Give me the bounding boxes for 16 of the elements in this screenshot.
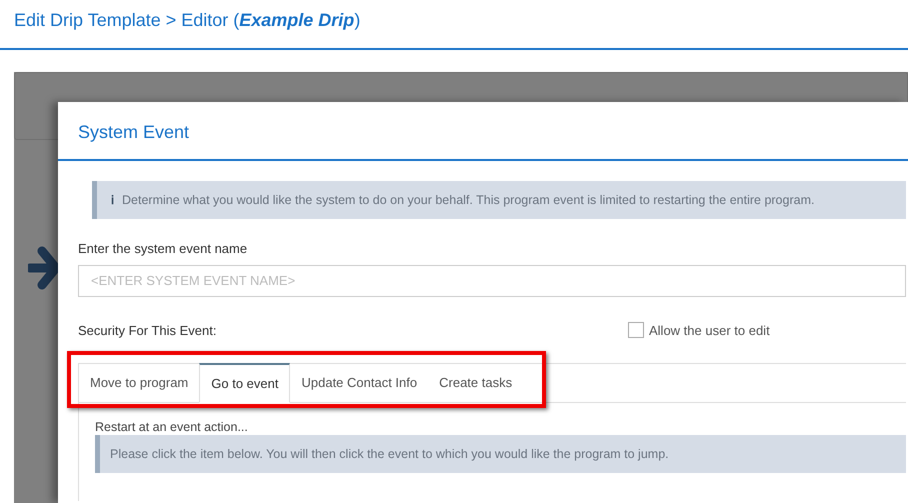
tab[interactable]: Update Contact Info: [290, 364, 428, 402]
tab[interactable]: Move to program: [79, 364, 200, 402]
tab[interactable]: Go to event: [199, 363, 290, 403]
checkbox[interactable]: [628, 322, 644, 338]
pane-caption: Restart at an event action...: [95, 419, 249, 435]
field-label: Enter the system event name: [78, 240, 248, 258]
tab[interactable]: Create tasks: [428, 364, 524, 402]
field-label: Security For This Event:: [78, 322, 218, 340]
info-text: Determine what you would like the system to do on your behalf. This program event is limited to restarting the entire program.: [122, 192, 814, 209]
arrow-icon: [28, 245, 58, 291]
input-field[interactable]: <ENTER SYSTEM EVENT NAME>: [78, 264, 906, 296]
info-text: Please click the item below. You will then click the event to which you would like the program to jump.: [110, 446, 669, 463]
info-icon: ℹ: [111, 191, 114, 209]
checkbox-label[interactable]: Allow the user to edit: [649, 320, 770, 340]
page-title: Edit Drip Template > Editor (Example Drip): [14, 9, 360, 32]
dialog-title: System Event: [78, 121, 190, 144]
